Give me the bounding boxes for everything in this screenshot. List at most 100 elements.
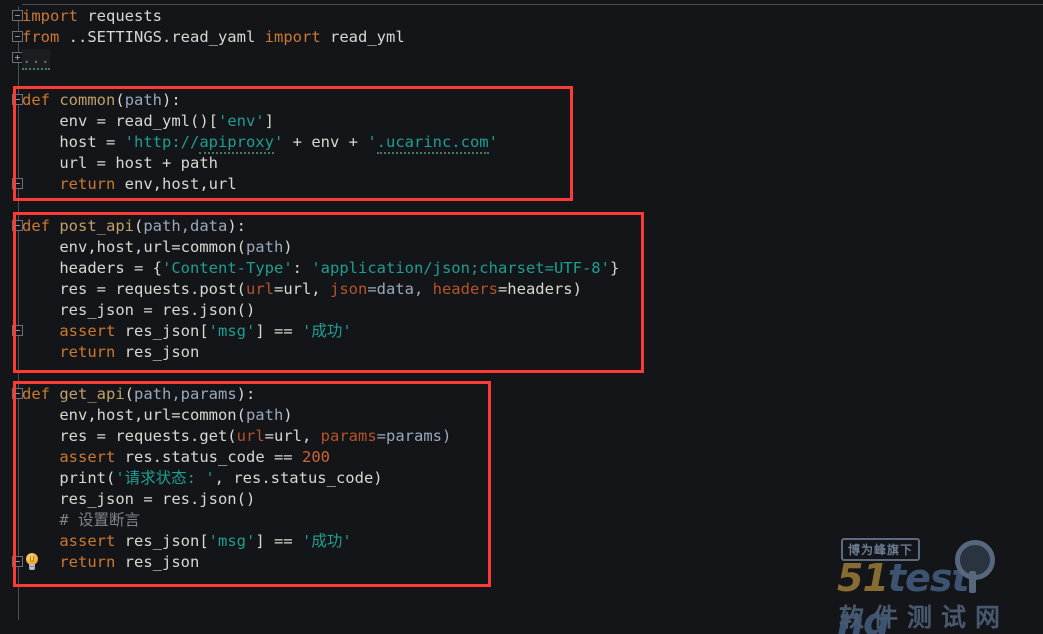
token-url-var: url (59, 154, 88, 172)
code-line-23: assert res_json['msg'] == '成功' (22, 531, 352, 552)
token-kwarg-url: url (245, 280, 274, 298)
token-assign-2: = (96, 133, 125, 151)
watermark-brand-51: 51 (837, 556, 889, 600)
token-paren-open-3: ( (124, 385, 135, 403)
token-url-string-prefix: 'http:// (124, 133, 200, 151)
token-function-name-post-api: post_api (59, 217, 134, 235)
watermark-51testing: 博为峰旗下 51test ng 软件测试网 (833, 534, 1029, 634)
token-def-keyword-post: def (22, 217, 50, 235)
token-brace-close: } (609, 259, 620, 277)
token-kwarg-url-value: =url, (273, 280, 330, 298)
token-return-keyword-2: return (59, 343, 116, 361)
token-from-keyword: from (22, 28, 60, 46)
code-line-20: print('请求状态: ', res.status_code) (22, 468, 383, 489)
token-content-type-key: 'Content-Type' (162, 259, 293, 277)
token-plus-1: + (283, 133, 312, 151)
token-assign: = (87, 112, 116, 130)
token-assert-keyword-1: assert (59, 322, 116, 340)
code-line-6: host = 'http://apiproxy' + env + '.ucari… (22, 132, 498, 154)
token-colon: : (292, 259, 312, 277)
token-comment-set-assertion: # 设置断言 (59, 511, 140, 529)
code-line-5: env = read_yml()['env'] (22, 111, 274, 132)
token-kwarg-headers: headers (432, 280, 498, 298)
code-line-17: env,host,url=common(path) (22, 405, 292, 426)
token-plus-2: + (339, 133, 368, 151)
code-line-13: res_json = res.json() (22, 300, 255, 321)
code-line-22: # 设置断言 (22, 510, 140, 531)
token-equality-2: ] == (255, 532, 303, 550)
code-line-10: env,host,url=common(path) (22, 237, 293, 258)
token-return-res-json-1: res_json (124, 343, 200, 361)
token-res-var: res (59, 280, 88, 298)
token-return-res-json-2: res_json (124, 553, 200, 571)
token-domain-quote-close: ' (488, 133, 498, 151)
code-line-21: res_json = res.json() (22, 489, 255, 510)
code-line-14: assert res_json['msg'] == '成功' (22, 321, 351, 342)
code-line-1: import requests (22, 6, 162, 27)
token-requests-get-call: requests.get( (115, 427, 237, 445)
token-host-plus-path: host + path (115, 154, 218, 172)
code-line-24: return res_json (22, 552, 199, 573)
code-editor-screenshot: import requests from ..SETTINGS.read_yam… (0, 0, 1043, 634)
token-assign-8: = (133, 490, 162, 508)
token-assert-keyword-2: assert (59, 448, 116, 466)
token-host-var: host (59, 133, 97, 151)
token-res-var-2: res (59, 427, 88, 445)
token-kwarg-headers-value: =headers) (497, 280, 582, 298)
token-assign-3: = (87, 154, 116, 172)
token-bracket-close: ] (264, 112, 274, 130)
token-param-path: path (124, 91, 163, 109)
token-common-arg-get: path (245, 406, 284, 424)
token-equality-1: ] == (255, 322, 303, 340)
token-def-keyword-get: def (22, 385, 50, 403)
token-print-string-cn: '请求状态: ' (115, 469, 215, 487)
token-env-var: env (59, 112, 88, 130)
token-requests-module: requests (87, 7, 162, 25)
code-line-2: from ..SETTINGS.read_yaml import read_ym… (22, 27, 405, 48)
token-status-code-expr: res.status_code == (124, 448, 302, 466)
collapsed-region-placeholder[interactable]: ... (22, 49, 50, 70)
token-res-json-index: res_json[ (124, 322, 209, 340)
token-kwarg-params: params (320, 427, 377, 445)
token-import-keyword-2: import (264, 28, 321, 46)
token-requests-post-call: requests.post( (115, 280, 246, 298)
token-read-yml-call: read_yml()[ (115, 112, 218, 130)
token-function-name-common: common (59, 91, 116, 109)
token-msg-key-2: 'msg' (208, 532, 256, 550)
code-line-9: def post_api(path,data): (22, 216, 246, 237)
code-line-4: def common(path): (22, 90, 181, 111)
token-params-post-api: path,data (143, 217, 228, 235)
token-kwarg-json-value: =data, (367, 280, 433, 298)
token-read-yml-import: read_yml (330, 28, 405, 46)
token-msg-key-1: 'msg' (208, 322, 256, 340)
token-paren-open-2: ( (134, 217, 144, 235)
token-env-ref: env (311, 133, 340, 151)
token-kwarg-json: json (329, 280, 368, 298)
token-paren-close-post: ) (283, 238, 293, 256)
token-assign-triple-post: env,host,url=common( (59, 238, 246, 256)
token-def-keyword-common: def (22, 91, 50, 109)
token-assert-keyword-3: assert (59, 532, 116, 550)
code-line-18: res = requests.get(url=url, params=param… (22, 426, 451, 447)
token-content-type-value: 'application/json;charset=UTF-8' (311, 259, 610, 277)
token-success-string-2: '成功' (302, 532, 352, 550)
token-paren-open: ( (115, 91, 125, 109)
token-res-json-call-2: res.json() (161, 490, 256, 508)
token-settings-module-path: ..SETTINGS.read_yaml (68, 28, 256, 46)
token-brace-open: { (152, 259, 162, 277)
token-return-keyword-3: return (59, 553, 116, 571)
token-kwarg-url-value-2: =url, (264, 427, 321, 445)
code-line-15: return res_json (22, 342, 199, 363)
token-res-json-index-2: res_json[ (124, 532, 209, 550)
watermark-brand-cn: 软件测试网 (839, 603, 1010, 632)
code-line-3-collapsed[interactable]: ... (22, 48, 50, 70)
code-line-12: res = requests.post(url=url, json=data, … (22, 279, 582, 300)
token-sig-close-2: ): (227, 217, 247, 235)
token-sig-close: ): (162, 91, 181, 109)
token-kwarg-url-2: url (236, 427, 265, 445)
token-assign-4: = (124, 259, 153, 277)
token-assign-6: = (133, 301, 162, 319)
token-res-json-var-2: res_json (59, 490, 134, 508)
token-ucarinc-spellcheck: .ucarinc.com (376, 133, 489, 154)
token-print-remainder: , res.status_code) (214, 469, 383, 487)
